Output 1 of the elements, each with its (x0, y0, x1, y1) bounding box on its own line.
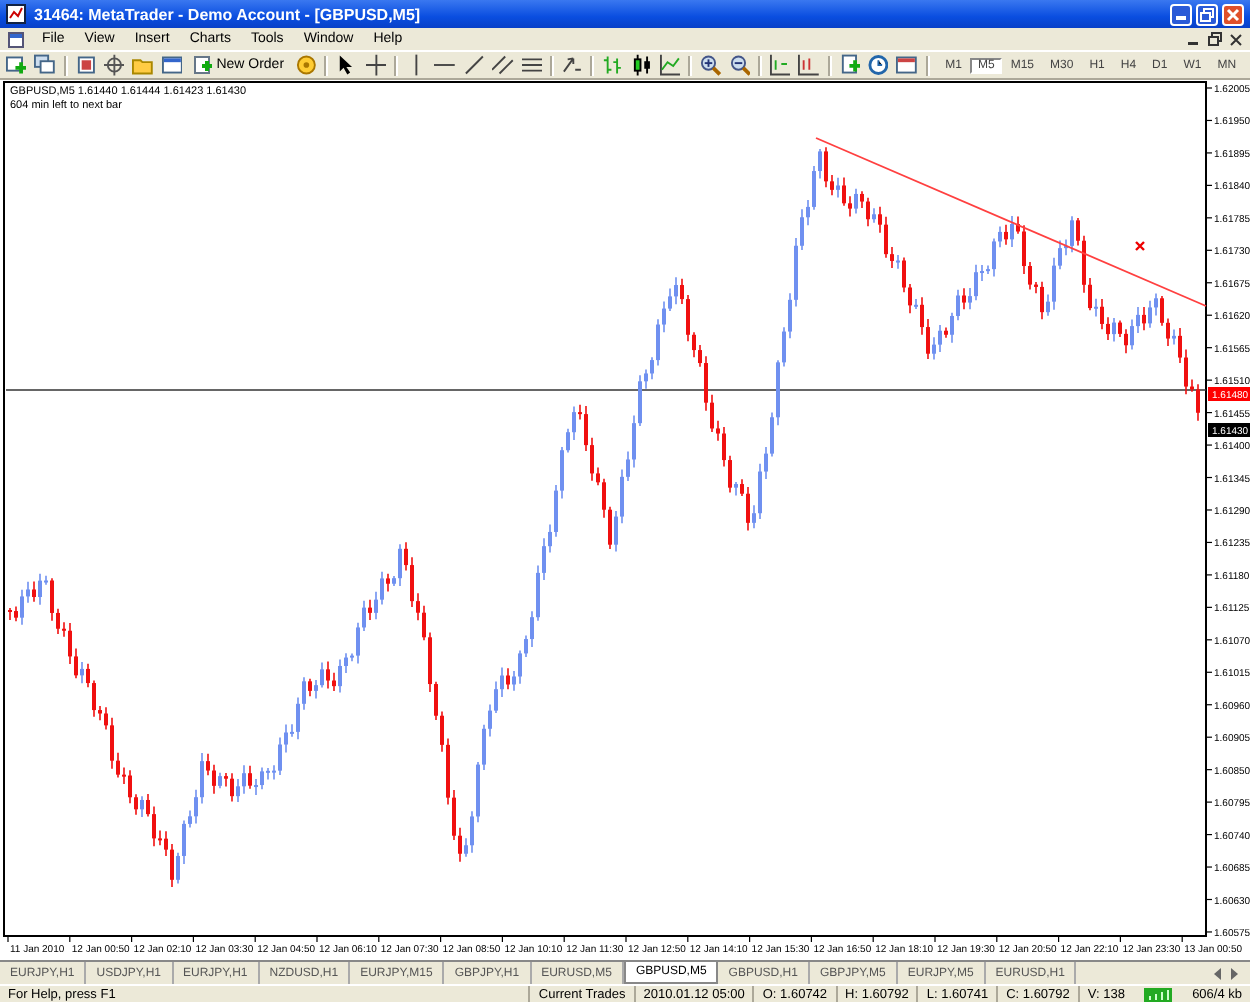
window-title: 31464: MetaTrader - Demo Account - [GBPUSD,M5] (34, 5, 421, 23)
